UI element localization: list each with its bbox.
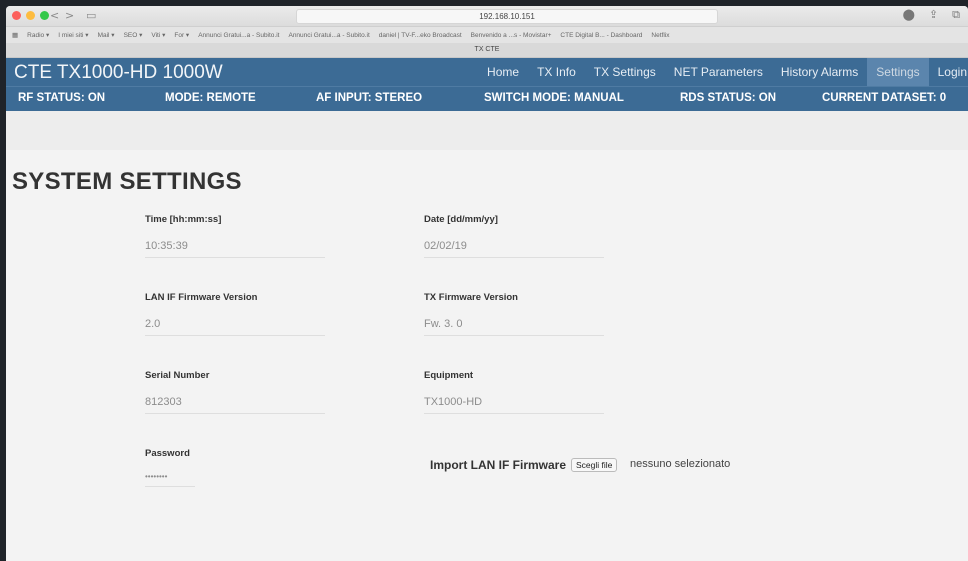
toolbar-right: ⬤ ⇪ ⧉ <box>903 8 960 22</box>
serial-number-label: Serial Number <box>145 370 210 381</box>
tabs-overview-icon[interactable]: ⧉ <box>952 8 960 22</box>
window-controls <box>12 11 49 20</box>
rds-status: RDS STATUS: ON <box>680 92 777 104</box>
mode-status: MODE: REMOTE <box>165 92 256 104</box>
nav-history-alarms[interactable]: History Alarms <box>772 58 867 86</box>
serial-number-field: 812303 <box>145 396 325 414</box>
bookmark-item[interactable]: daniel | TV-F...eko Broadcast <box>379 32 462 39</box>
lan-if-firmware-field: 2.0 <box>145 318 325 336</box>
share-icon[interactable]: ⇪ <box>929 8 938 22</box>
page-content <box>6 150 968 561</box>
bookmark-item[interactable]: For ▾ <box>174 31 189 39</box>
sidebar-icon[interactable]: ▭ <box>86 9 96 22</box>
nav-settings[interactable]: Settings <box>867 58 929 86</box>
current-dataset-status: CURRENT DATASET: 0 <box>822 92 947 104</box>
page-title: SYSTEM SETTINGS <box>12 168 242 195</box>
bookmark-item[interactable]: CTE Digital B... - Dashboard <box>560 32 642 39</box>
zoom-window-button[interactable] <box>40 11 49 20</box>
bookmark-item[interactable]: Viti ▾ <box>151 31 165 39</box>
nav-home[interactable]: Home <box>478 58 528 86</box>
bookmark-item[interactable]: Annunci Gratui...a - Subito.it <box>288 32 369 39</box>
bookmarks-grid-icon[interactable]: ▦ <box>12 31 18 39</box>
extension-icon[interactable]: ⬤ <box>903 8 915 22</box>
minimize-window-button[interactable] <box>26 11 35 20</box>
back-icon[interactable]: < <box>50 9 59 22</box>
no-file-selected-text: nessuno selezionato <box>630 458 731 470</box>
bookmarks-bar: ▦ Radio ▾ I miei siti ▾ Mail ▾ SEO ▾ Vit… <box>6 27 968 43</box>
nav-tx-info[interactable]: TX Info <box>528 58 585 86</box>
date-label: Date [dd/mm/yy] <box>424 214 498 225</box>
forward-icon[interactable]: > <box>65 9 74 22</box>
browser-titlebar: < > ▭ 192.168.10.151 ⬤ ⇪ ⧉ <box>6 6 968 27</box>
app-title: CTE TX1000-HD 1000W <box>14 62 223 83</box>
bookmark-item[interactable]: SEO ▾ <box>124 31 143 39</box>
tx-firmware-label: TX Firmware Version <box>424 292 518 303</box>
bookmark-item[interactable]: Annunci Gratui...a - Subito.it <box>198 32 279 39</box>
tab-title[interactable]: TX CTE <box>6 43 968 58</box>
tx-firmware-field: Fw. 3. 0 <box>424 318 604 336</box>
close-window-button[interactable] <box>12 11 21 20</box>
app-header: CTE TX1000-HD 1000W Home TX Info TX Sett… <box>6 58 968 86</box>
rf-status: RF STATUS: ON <box>18 92 106 104</box>
bookmark-item[interactable]: Netflix <box>651 32 669 39</box>
switch-mode-status: SWITCH MODE: MANUAL <box>484 92 624 104</box>
time-label: Time [hh:mm:ss] <box>145 214 222 225</box>
address-bar[interactable]: 192.168.10.151 <box>296 9 718 24</box>
date-field[interactable]: 02/02/19 <box>424 240 604 258</box>
password-label: Password <box>145 448 190 459</box>
nav-net-parameters[interactable]: NET Parameters <box>665 58 772 86</box>
nav-tx-settings[interactable]: TX Settings <box>585 58 665 86</box>
equipment-field: TX1000-HD <box>424 396 604 414</box>
af-input-status: AF INPUT: STEREO <box>316 92 423 104</box>
lan-if-firmware-label: LAN IF Firmware Version <box>145 292 258 303</box>
bookmark-item[interactable]: Mail ▾ <box>98 31 115 39</box>
import-firmware-label: Import LAN IF Firmware <box>430 458 567 472</box>
bookmark-item[interactable]: Radio ▾ <box>27 31 49 39</box>
nav-login[interactable]: Login <box>929 58 968 86</box>
bookmark-item[interactable]: I miei siti ▾ <box>58 31 88 39</box>
password-field[interactable]: •••••••• <box>145 472 195 487</box>
status-bar: RF STATUS: ON MODE: REMOTE AF INPUT: STE… <box>6 86 968 111</box>
bookmark-item[interactable]: Benvenido a ...s - Movistar+ <box>471 32 552 39</box>
main-nav: Home TX Info TX Settings NET Parameters … <box>478 58 968 86</box>
choose-file-button[interactable]: Scegli file <box>571 458 618 472</box>
equipment-label: Equipment <box>424 370 474 381</box>
time-field[interactable]: 10:35:39 <box>145 240 325 258</box>
